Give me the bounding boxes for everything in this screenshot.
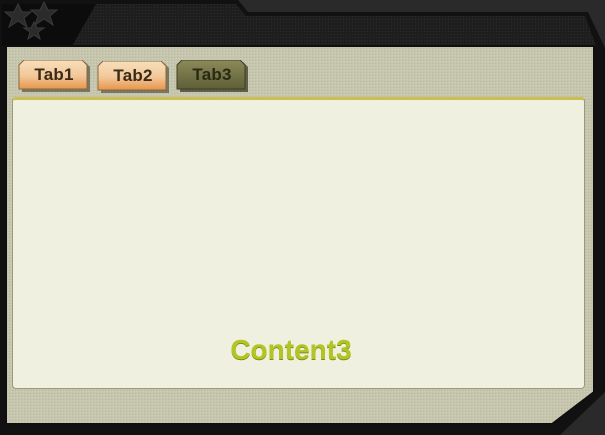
tab-3-label: Tab3 — [192, 65, 232, 84]
tab-3[interactable]: Tab3 — [176, 60, 248, 92]
tab-1[interactable]: Tab1 — [18, 60, 90, 92]
tab-1-label: Tab1 — [34, 65, 74, 84]
tab-content-panel: Content3 — [12, 97, 585, 389]
tabbed-window: Tab1 Tab2 Tab3 Content3 — [0, 0, 605, 435]
tab-2[interactable]: Tab2 — [97, 61, 169, 93]
tab-2-label: Tab2 — [113, 66, 153, 85]
tab-content-text: Content3 — [230, 334, 352, 365]
